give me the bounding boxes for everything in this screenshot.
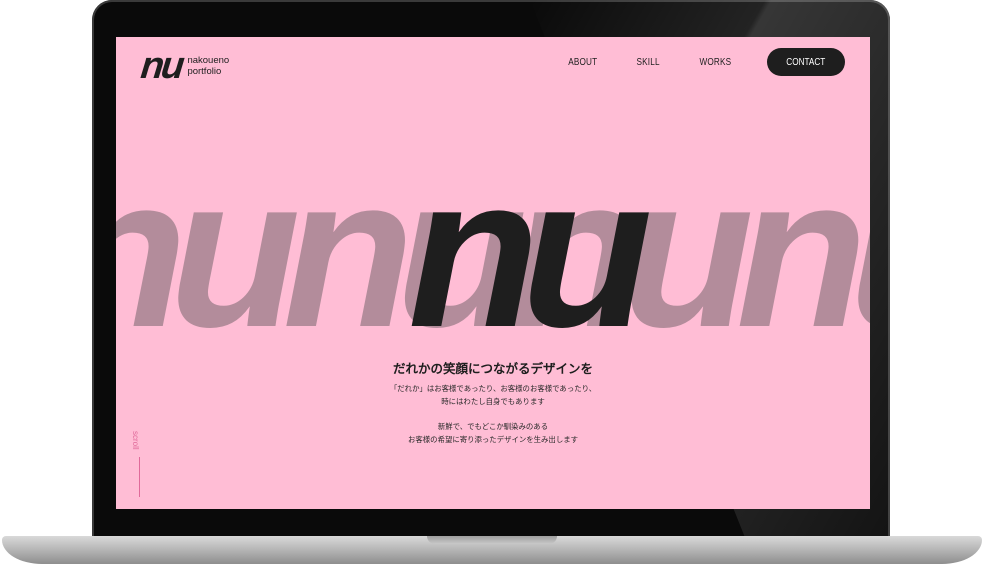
logo-text: nakoueno portfolio [187,55,229,77]
site-logo[interactable]: nu nakoueno portfolio [138,45,229,87]
laptop-notch [427,536,557,544]
main-nav: ABOUT SKILL WORKS CONTACT [531,48,845,76]
website-screen: nu nakoueno portfolio ABOUT SKILL WORKS … [116,37,870,509]
logo-mark: nu [138,45,184,87]
contact-button-label: CONTACT [786,56,826,68]
hero-title: だれかの笑顔につながるデザインを [392,361,593,376]
hero-text-line: 「だれか」はお客様であったり、お客様のお客様であったり、 [389,384,597,393]
hero-text-line: 新鮮で、でもどこか馴染みのある [437,422,549,431]
hero-text-line: 時にはわたし自身でもあります [441,397,545,406]
contact-button[interactable]: CONTACT [767,48,845,76]
nav-works[interactable]: WORKS [700,57,732,68]
scroll-indicator-line [139,457,140,497]
laptop-mockup: nu nakoueno portfolio ABOUT SKILL WORKS … [0,0,984,571]
logo-line-2: portfolio [187,66,222,77]
hero-text-line: お客様の希望に寄り添ったデザインを生み出します [408,435,578,444]
nav-about[interactable]: ABOUT [568,57,597,68]
hero-copy: だれかの笑顔につながるデザインを 「だれか」はお客様であったり、お客様のお客様で… [116,358,870,446]
nav-skill[interactable]: SKILL [637,57,660,68]
scroll-indicator-label[interactable]: scroll [131,431,140,450]
hero-center-letters: nu [408,131,653,372]
logo-line-1: nakoueno [187,55,230,66]
hero-lettering: nunununununu nu [116,131,870,372]
